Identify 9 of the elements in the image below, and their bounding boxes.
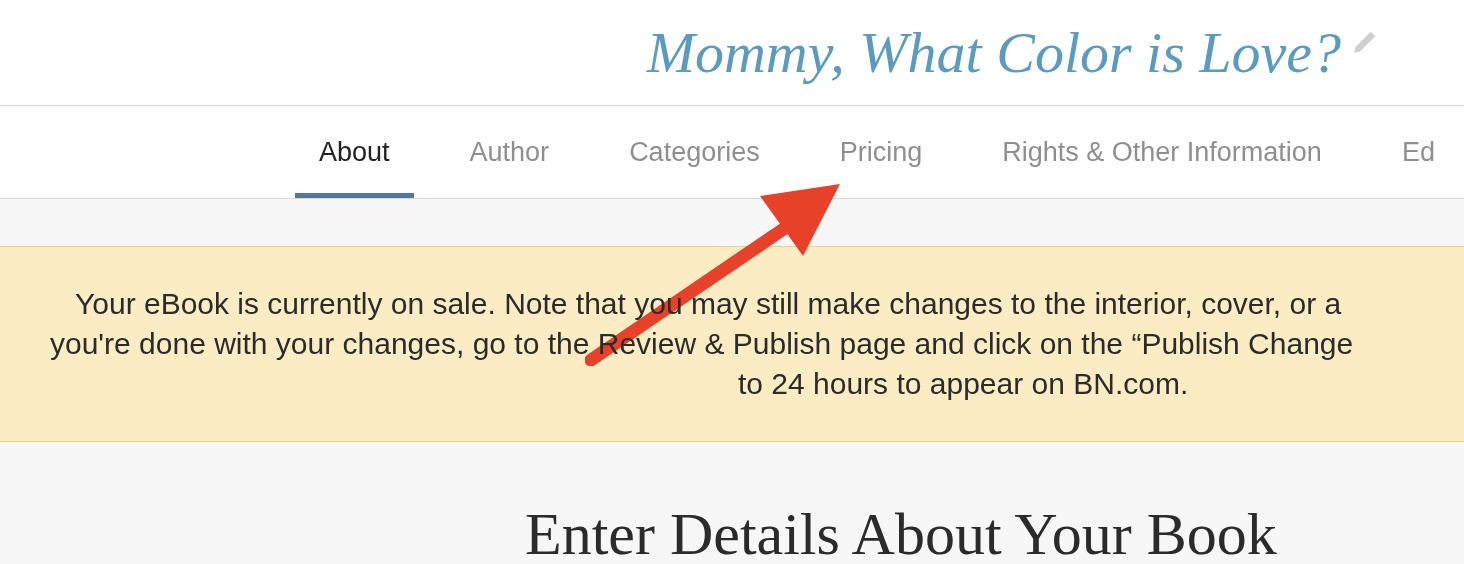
nav-tab[interactable]: Author bbox=[445, 105, 574, 199]
notice-text: to 24 hours to appear on BN.com. bbox=[738, 365, 1189, 402]
nav-tab[interactable]: Ed bbox=[1377, 105, 1459, 199]
book-title: Mommy, What Color is Love? bbox=[646, 18, 1341, 86]
nav-tab[interactable]: About bbox=[295, 105, 414, 199]
section-heading: Enter Details About Your Book bbox=[525, 504, 1278, 564]
nav-tab[interactable]: Rights & Other Information bbox=[978, 105, 1346, 199]
nav-tab[interactable]: Categories bbox=[605, 105, 784, 199]
nav-tab[interactable]: Pricing bbox=[815, 105, 947, 199]
